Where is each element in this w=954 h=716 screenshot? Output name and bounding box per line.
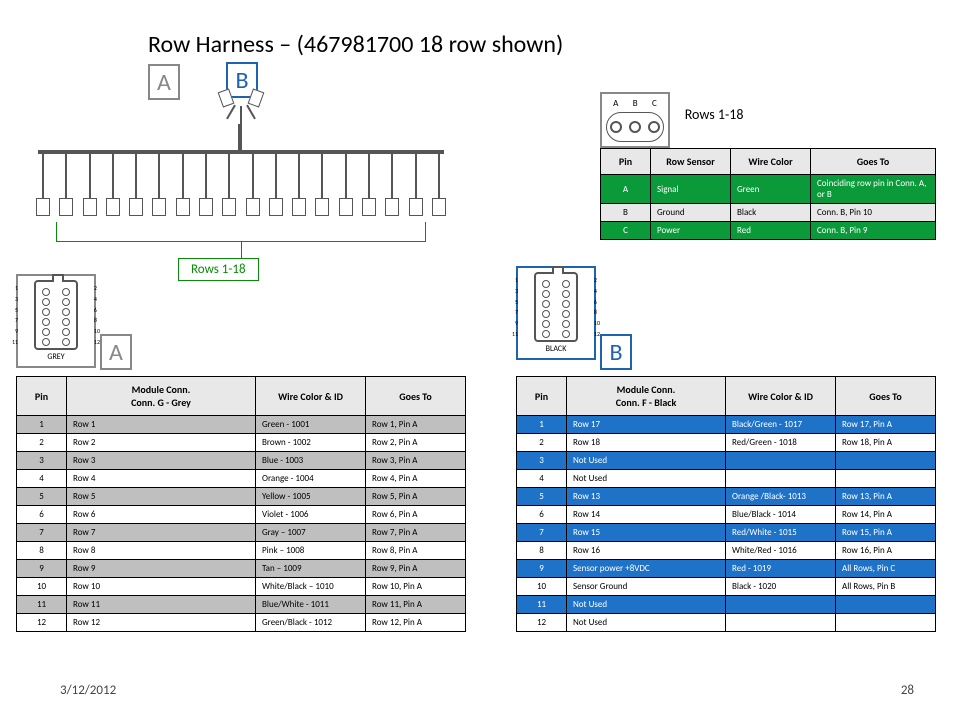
connector-b-label-bottom: B xyxy=(600,334,632,370)
rows-range-label: Rows 1-18 xyxy=(178,258,259,281)
connector-f-table: PinModule Conn.Conn. F - BlackWire Color… xyxy=(516,376,936,632)
row-sensor-connector: A B C Rows 1-18 xyxy=(600,92,743,148)
connector-f-black-diagram: 1357911 24681012 BLACK xyxy=(516,266,596,360)
splitter-icon xyxy=(216,92,266,122)
connector-g-grey-diagram: 1357911 24681012 GREY xyxy=(16,274,96,368)
row-sensor-table: PinRow SensorWire ColorGoes To ASignalGr… xyxy=(600,148,936,240)
footer-page: 28 xyxy=(901,683,914,698)
pin-b-label: B xyxy=(633,98,638,109)
harness-diagram xyxy=(26,92,456,242)
connector-g-caption: GREY xyxy=(22,352,90,362)
page-title: Row Harness – (467981700 18 row shown) xyxy=(148,30,563,59)
connector-f-caption: BLACK xyxy=(522,344,590,354)
pin-a-label: A xyxy=(613,98,618,109)
footer-date: 3/12/2012 xyxy=(60,683,116,698)
pin-c-label: C xyxy=(652,98,657,109)
connector-g-table: PinModule Conn.Conn. G - GreyWire Color … xyxy=(16,376,466,632)
rows-range-text: Rows 1-18 xyxy=(685,106,744,123)
connector-a-label-bottom: A xyxy=(100,334,132,370)
